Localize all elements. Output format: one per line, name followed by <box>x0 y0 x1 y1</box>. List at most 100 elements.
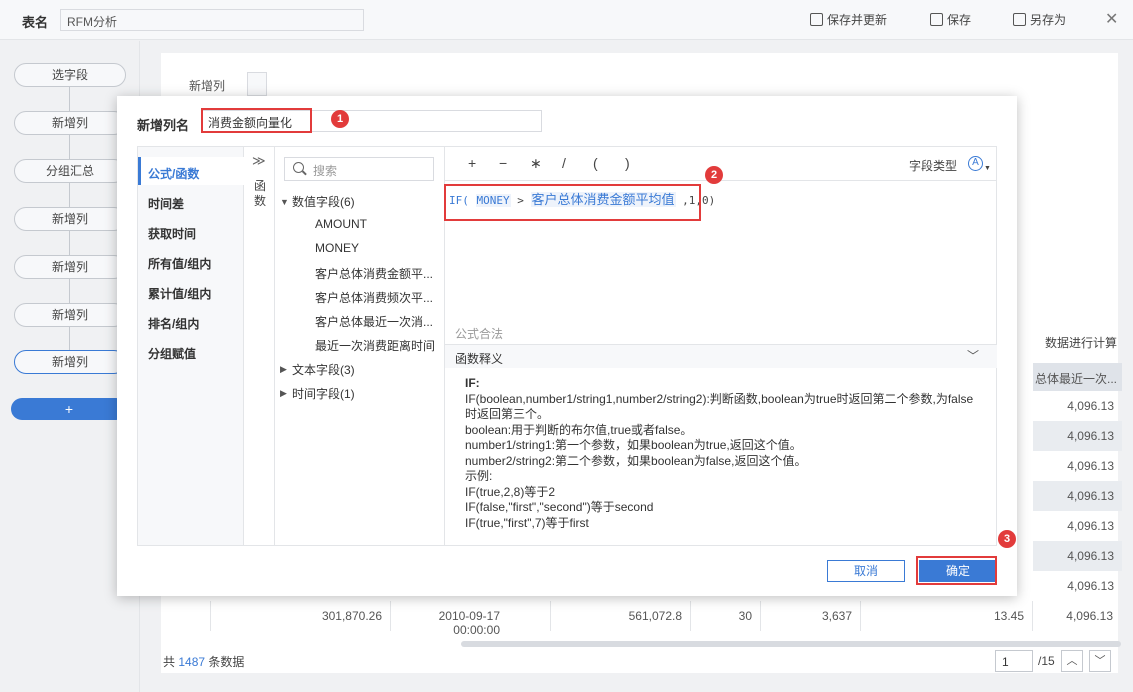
save-update-icon <box>810 13 823 26</box>
add-step-button[interactable]: + <box>11 398 127 420</box>
category-cumulative[interactable]: 累计值/组内 <box>138 277 244 305</box>
field-search-input[interactable]: 搜索 <box>284 157 434 181</box>
annotation-badge-1: 1 <box>331 110 349 128</box>
tree-node-numeric[interactable]: ▼ 数值字段(6) <box>280 193 355 210</box>
annotation-box-1 <box>201 108 312 133</box>
doc-line: IF(boolean,number1/string1,number2/strin… <box>465 391 974 422</box>
save-as-button[interactable]: 另存为 <box>1013 11 1066 28</box>
step-new-column-active[interactable]: 新增列 <box>14 350 126 374</box>
field-item[interactable]: 客户总体消费频次平... <box>315 289 441 306</box>
step-new-column[interactable]: 新增列 <box>14 207 126 231</box>
caret-right-icon: ▶ <box>280 388 287 398</box>
close-paren-button[interactable]: ) <box>625 155 630 171</box>
table-row: 301,870.26 2010-09-17 00:00:00 561,072.8… <box>181 601 1121 637</box>
next-page-button[interactable]: ﹀ <box>1089 650 1111 672</box>
function-label: 函数 <box>253 179 266 208</box>
table-cell: 4,096.13 <box>1067 459 1114 473</box>
tree-node-label: 数值字段(6) <box>292 195 355 209</box>
open-paren-button[interactable]: ( <box>593 155 598 171</box>
field-item[interactable]: 客户总体最近一次消... <box>315 313 441 330</box>
step-new-column[interactable]: 新增列 <box>14 111 126 135</box>
table-name-input[interactable]: RFM分析 <box>60 9 364 31</box>
prev-page-button[interactable]: ︿ <box>1061 650 1083 672</box>
plus-button[interactable]: + <box>468 155 476 171</box>
function-doc: IF: IF(boolean,number1/string1,number2/s… <box>465 376 985 531</box>
table-cell: 561,072.8 <box>551 601 691 631</box>
table-cell: 13.45 <box>861 601 1033 631</box>
doc-line: IF(true,"first",7)等于first <box>465 515 589 530</box>
field-item[interactable]: 最近一次消费距离时间 <box>315 337 441 354</box>
multiply-button[interactable]: ∗ <box>530 155 542 172</box>
column-name-label: 新增列名 <box>137 118 190 133</box>
category-formula[interactable]: 公式/函数 <box>138 157 244 185</box>
category-rank[interactable]: 排名/组内 <box>138 307 244 335</box>
function-explanation-label: 函数释义 <box>455 352 504 366</box>
save-label: 保存 <box>947 13 972 27</box>
field-list: 搜索 ▼ 数值字段(6) AMOUNT MONEY 客户总体消费金额平... 客… <box>275 147 445 545</box>
new-column-box[interactable] <box>247 72 267 96</box>
chevron-down-icon: ﹀ <box>1094 655 1106 667</box>
category-time-diff[interactable]: 时间差 <box>138 187 244 215</box>
doc-line: IF(true,2,8)等于2 <box>465 484 556 499</box>
new-column-label: 新增列 <box>189 79 226 93</box>
chevron-down-icon[interactable]: ﹀ <box>967 347 979 364</box>
record-count-suffix: 条数据 <box>208 655 245 669</box>
field-item[interactable]: MONEY <box>315 241 441 255</box>
save-as-label: 另存为 <box>1030 13 1067 27</box>
cancel-button[interactable]: 取消 <box>827 560 905 582</box>
calc-label: 数据进行计算 <box>1045 336 1118 350</box>
doc-line: number1/string1:第一个参数，如果boolean为true,返回这… <box>465 438 802 452</box>
table-cell: 4,096.13 <box>1067 519 1114 533</box>
function-panel-toggle[interactable]: ≫ 函数 <box>244 147 275 545</box>
double-chevron-right-icon[interactable]: ≫ <box>252 153 266 169</box>
doc-line: 示例: <box>465 469 493 483</box>
step-select-fields[interactable]: 选字段 <box>14 63 126 87</box>
doc-line: IF(false,"first","second")等于second <box>465 500 654 514</box>
caret-down-icon: ▼ <box>984 165 991 172</box>
step-group-summary[interactable]: 分组汇总 <box>14 159 126 183</box>
table-cell: 4,096.13 <box>1033 421 1122 451</box>
minus-button[interactable]: − <box>499 155 507 171</box>
category-all-values[interactable]: 所有值/组内 <box>138 247 244 275</box>
table-cell: 4,096.13 <box>1067 399 1114 413</box>
doc-line: boolean:用于判断的布尔值,true或者false。 <box>465 422 693 437</box>
category-group-assign[interactable]: 分组赋值 <box>138 337 244 365</box>
record-count-prefix: 共 <box>163 655 176 669</box>
annotation-box-2 <box>444 184 701 221</box>
field-item[interactable]: AMOUNT <box>315 217 441 231</box>
field-type-icon[interactable]: A <box>968 156 983 171</box>
field-item[interactable]: 客户总体消费金额平... <box>315 265 441 282</box>
table-name-label: 表名 <box>22 15 49 30</box>
search-icon <box>293 162 304 173</box>
column-header[interactable]: 总体最近一次... <box>1033 363 1122 391</box>
category-list: 公式/函数 时间差 获取时间 所有值/组内 累计值/组内 排名/组内 分组赋值 <box>138 147 244 545</box>
record-count-number: 1487 <box>178 655 206 669</box>
page-input[interactable]: 1 <box>995 650 1033 672</box>
save-and-update-label: 保存并更新 <box>827 13 888 27</box>
tree-node-label: 时间字段(1) <box>292 387 355 401</box>
step-new-column[interactable]: 新增列 <box>14 303 126 327</box>
step-new-column[interactable]: 新增列 <box>14 255 126 279</box>
table-cell: 3,637 <box>761 601 861 631</box>
horizontal-scrollbar[interactable] <box>461 641 1121 647</box>
table-cell: 4,096.13 <box>1033 541 1122 571</box>
table-cell: 4,096.13 <box>1066 609 1113 623</box>
caret-right-icon: ▶ <box>280 364 287 374</box>
tree-node-time[interactable]: ▶ 时间字段(1) <box>280 385 355 402</box>
close-icon[interactable]: ✕ <box>1105 9 1118 29</box>
save-button[interactable]: 保存 <box>930 11 971 28</box>
caret-down-icon: ▼ <box>280 196 289 207</box>
category-get-time[interactable]: 获取时间 <box>138 217 244 245</box>
doc-title: IF: <box>465 376 480 390</box>
table-cell: 301,870.26 <box>211 601 391 631</box>
table-cell: 2010-09-17 00:00:00 <box>391 601 551 637</box>
divide-button[interactable]: / <box>562 155 566 171</box>
formula-valid-status: 公式合法 <box>455 327 504 341</box>
save-and-update-button[interactable]: 保存并更新 <box>810 11 887 28</box>
top-bar: 表名 RFM分析 保存并更新 保存 另存为 ✕ <box>0 0 1133 40</box>
annotation-badge-3: 3 <box>998 530 1016 548</box>
function-explanation-header[interactable]: 函数释义 ﹀ <box>445 344 997 368</box>
tree-node-text[interactable]: ▶ 文本字段(3) <box>280 361 355 378</box>
table-cell: 30 <box>691 601 761 631</box>
tree-node-label: 文本字段(3) <box>292 363 355 377</box>
